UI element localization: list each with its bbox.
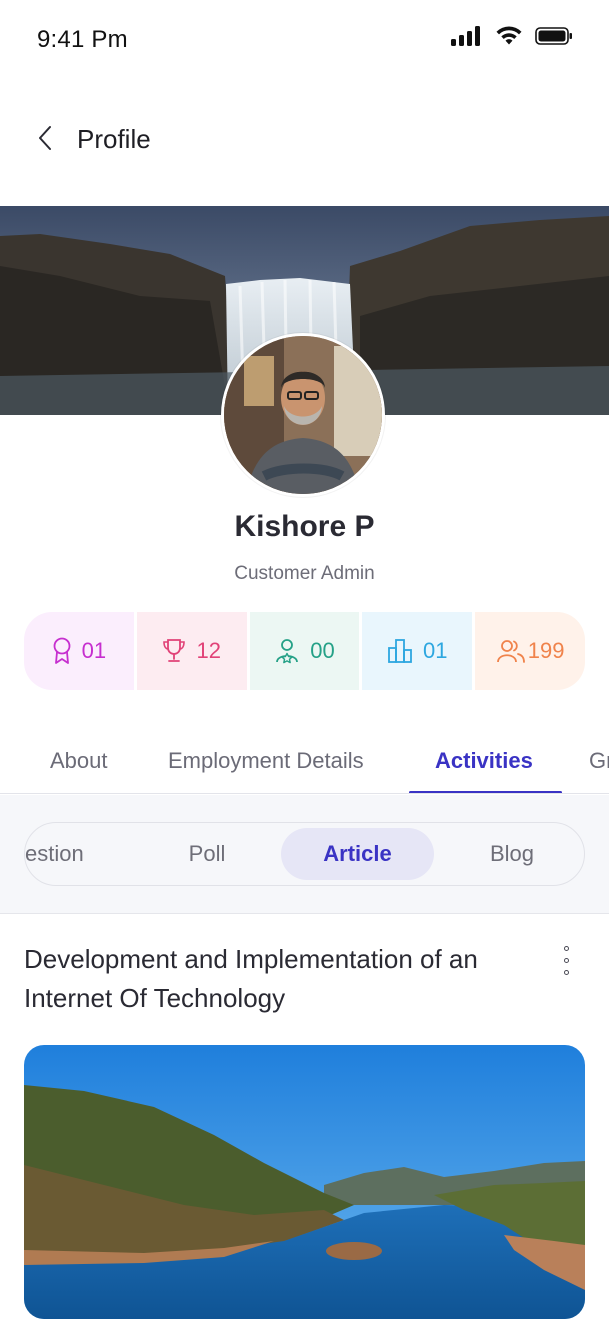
tab-activities[interactable]: Activities [435,748,533,774]
stat-value: 00 [310,638,335,663]
profile-role: Customer Admin [234,563,375,584]
trophy-icon [162,638,186,664]
users-icon [496,638,526,664]
more-options-button[interactable] [552,942,580,978]
activity-filter: estion Poll Article Blog [24,822,585,886]
header: Profile [0,110,609,170]
tab-active-indicator [409,791,562,793]
subtab-poll[interactable]: Poll [149,828,265,880]
tab-about[interactable]: About [50,748,108,774]
wifi-icon [495,26,523,46]
chevron-left-icon [37,125,53,156]
status-time: 9:41 Pm [37,26,128,53]
stat-value: 01 [81,638,107,663]
buildings-icon [387,638,413,664]
subtab-question[interactable]: estion [25,828,105,880]
subtab-article[interactable]: Article [281,828,434,880]
activity-filter-area: estion Poll Article Blog [0,795,609,914]
post-title[interactable]: Development and Implementation of an Int… [24,940,544,1018]
stats-bar: 01 12 00 01 199 [24,612,585,690]
stat-value: 01 [423,638,448,663]
user-star-icon [274,638,300,664]
page-title: Profile [77,124,151,154]
more-vertical-icon [563,945,569,951]
tab-groups[interactable]: Gr [589,748,609,774]
stat-followers[interactable]: 199 [475,612,585,690]
back-button[interactable] [30,124,60,156]
stat-organizations[interactable]: 01 [362,612,473,690]
stat-awards[interactable]: 01 [24,612,134,690]
status-bar: 9:41 Pm [0,0,609,80]
stat-trophies[interactable]: 12 [136,612,247,690]
stat-recognitions[interactable]: 00 [249,612,360,690]
profile-tabs: About Employment Details Activities Gr [0,730,609,794]
signal-icon [451,26,483,46]
stat-value: 12 [196,638,221,663]
stat-value: 199 [527,638,565,663]
award-icon [52,637,72,665]
tab-employment-details[interactable]: Employment Details [168,748,364,774]
avatar[interactable] [221,333,385,497]
status-icons [451,26,573,46]
post-image[interactable] [24,1045,585,1319]
battery-icon [535,26,573,46]
subtab-blog[interactable]: Blog [453,828,571,880]
profile-name: Kishore P [234,510,375,543]
